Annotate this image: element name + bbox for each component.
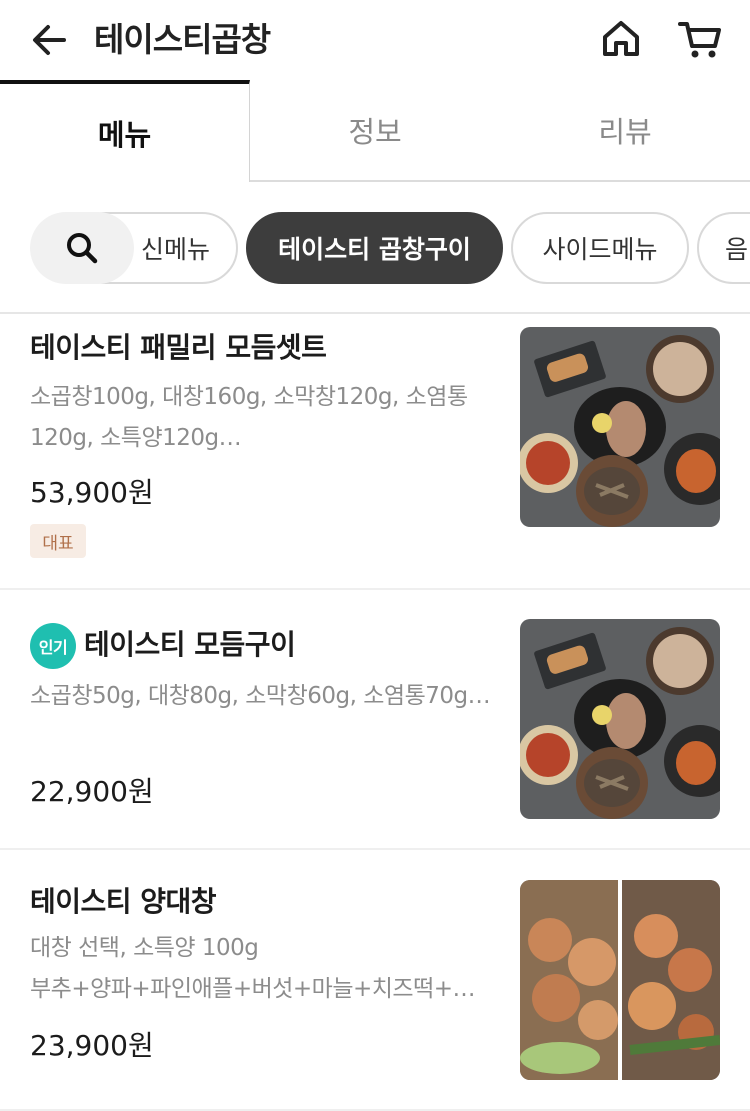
back-button[interactable] xyxy=(28,18,72,62)
menu-item-price: 22,900원 xyxy=(30,775,154,808)
chip-side-menu[interactable]: 사이드메뉴 xyxy=(511,212,689,284)
menu-item-image xyxy=(520,619,720,819)
home-button[interactable] xyxy=(598,16,644,62)
search-icon xyxy=(67,233,98,264)
menu-item-name: 인기 테이스티 모듬구이 xyxy=(30,623,296,669)
menu-item-price: 53,900원 xyxy=(30,476,154,509)
representative-badge: 대표 xyxy=(30,524,86,558)
menu-item-price: 23,900원 xyxy=(30,1029,154,1062)
cart-button[interactable] xyxy=(676,16,724,62)
arrow-left-icon xyxy=(33,25,66,55)
popular-badge: 인기 xyxy=(30,623,76,669)
tab-bar: 메뉴 정보 리뷰 xyxy=(0,80,750,182)
menu-item-description: 소곱창50g, 대창80g, 소막창60g, 소염통70g… xyxy=(30,683,491,709)
tab-review[interactable]: 리뷰 xyxy=(500,80,750,182)
tab-info[interactable]: 정보 xyxy=(250,80,500,182)
category-chip-bar: 신메뉴 테이스티 곱창구이 사이드메뉴 음 xyxy=(0,210,750,286)
tab-menu[interactable]: 메뉴 xyxy=(0,80,250,182)
menu-item-image xyxy=(520,327,720,527)
home-icon xyxy=(603,21,639,56)
menu-item-description: 대창 선택, 소특양 100g 부추+양파+파인애플+버섯+마늘+치즈떡+… xyxy=(30,935,476,1002)
menu-item-name: 테이스티 패밀리 모듬셋트 xyxy=(30,331,327,364)
cart-icon xyxy=(678,22,721,58)
menu-item[interactable]: 인기 테이스티 모듬구이 소곱창50g, 대창80g, 소막창60g, 소염통70… xyxy=(0,590,750,850)
menu-item-name: 테이스티 양대창 xyxy=(30,885,217,918)
app-header: 테이스티곱창 xyxy=(0,0,750,80)
menu-item-image xyxy=(520,880,720,1080)
menu-item-name-text: 테이스티 모듬구이 xyxy=(84,628,296,661)
chip-tasty-gopchang-grill[interactable]: 테이스티 곱창구이 xyxy=(246,212,503,284)
chip-drinks[interactable]: 음 xyxy=(697,212,750,284)
menu-item[interactable]: 테이스티 패밀리 모듬셋트 소곱창100g, 대창160g, 소막창120g, … xyxy=(0,314,750,590)
page-title: 테이스티곱창 xyxy=(94,20,271,59)
menu-item[interactable]: 테이스티 양대창 대창 선택, 소특양 100g 부추+양파+파인애플+버섯+마… xyxy=(0,850,750,1111)
menu-search-button[interactable] xyxy=(30,212,134,284)
menu-item-description: 소곱창100g, 대창160g, 소막창120g, 소염통120g, 소특양12… xyxy=(30,384,468,451)
